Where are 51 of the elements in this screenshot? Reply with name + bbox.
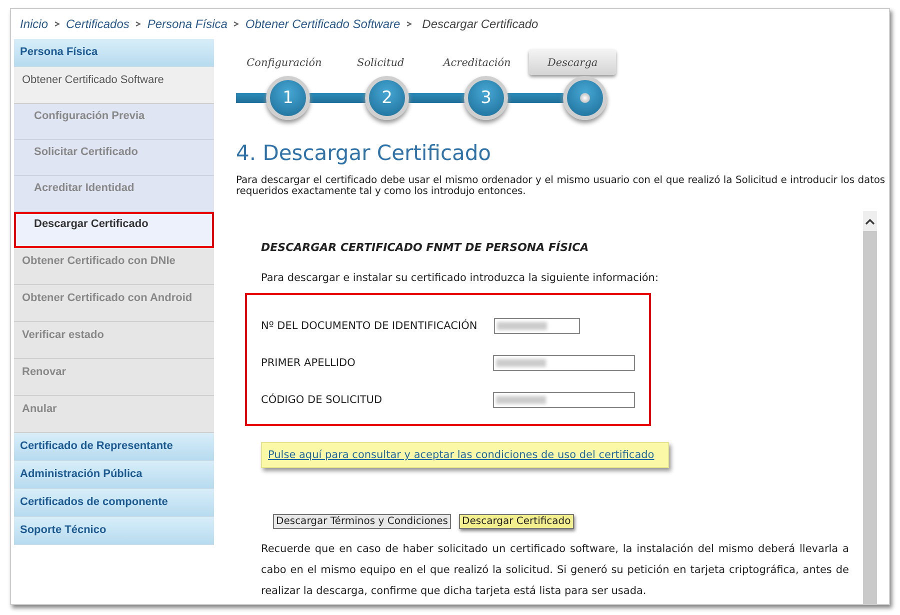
sidebar-item[interactable]: Verificar estado	[14, 322, 214, 359]
sidebar-item[interactable]: Renovar	[14, 359, 214, 396]
step-label: Acreditación	[442, 57, 512, 71]
sidebar-item[interactable]: Administración Pública	[14, 461, 214, 489]
page-title: 4. Descargar Certificado	[236, 141, 492, 165]
form-title: DESCARGAR CERTIFICADO FNMT DE PERSONA FÍSICA	[261, 241, 590, 254]
sidebar-item[interactable]: Soporte Técnico	[14, 517, 214, 545]
sidebar-item[interactable]: Anular	[14, 396, 214, 433]
sidebar-item[interactable]: Obtener Certificado con DNIe	[14, 248, 214, 285]
sidebar-item[interactable]: Obtener Certificado con Android	[14, 285, 214, 322]
scrollbar[interactable]	[863, 211, 877, 604]
breadcrumb-link[interactable]: Inicio	[20, 17, 48, 31]
breadcrumb-separator-icon	[233, 21, 240, 27]
redacted-value	[496, 358, 546, 366]
step-node: 3	[464, 76, 508, 120]
sidebar-item[interactable]: Descargar Certificado	[14, 212, 214, 248]
field-label: CÓDIGO DE SOLICITUD	[261, 394, 384, 406]
conditions-link[interactable]: Pulse aquí para consultar y aceptar las condiciones de uso del certificado	[268, 449, 654, 461]
breadcrumb-link[interactable]: Certificados	[66, 17, 130, 31]
breadcrumb-link[interactable]: Persona Física	[147, 17, 228, 31]
note-paragraph: Recuerde que en caso de haber solicitado un certificado software, la instalación del mismo deberá llevarla a cabo en el mismo equipo en el que realizó la solicitud. Si generó su petición en tarjeta criptográfica, antes de realizar la descarga, confirme que dicha tarjeta está lista para ser usada.	[261, 542, 849, 599]
sidebar-item[interactable]: Persona Física	[14, 39, 214, 67]
sidebar-item[interactable]: Certificados de componente	[14, 489, 214, 517]
input-field[interactable]	[493, 392, 635, 408]
input-field[interactable]	[493, 354, 635, 370]
sidebar-item[interactable]: Acreditar Identidad	[14, 176, 214, 212]
intro-paragraph: Para descargar el certificado debe usar el mismo ordenador y el mismo usuario con el que realizó la Solicitud e introducir los datos requeridos exactamente tal y como los introdujo entonces.	[236, 175, 886, 197]
breadcrumb-link[interactable]: Descargar Certificado	[422, 17, 538, 31]
sidebar-item[interactable]: Configuración Previa	[14, 104, 214, 140]
download-button[interactable]: Descargar Certificado	[459, 514, 574, 529]
breadcrumb-separator-icon	[135, 21, 142, 27]
breadcrumb-link[interactable]: Obtener Certificado Software	[245, 17, 400, 31]
scroll-up-icon[interactable]	[863, 211, 877, 231]
step-node: 1	[266, 76, 310, 120]
step-label: Descarga	[529, 49, 616, 75]
step-node: 2	[365, 76, 409, 120]
sidebar-item[interactable]: Obtener Certificado Software	[14, 67, 214, 104]
field-label: Nº DEL DOCUMENTO DE IDENTIFICACIÓN	[261, 320, 478, 332]
sidebar-item[interactable]: Certificado de Representante	[14, 433, 214, 461]
download-button[interactable]: Descargar Términos y Condiciones	[273, 514, 452, 529]
redacted-value	[497, 322, 547, 330]
step-label: Solicitud	[356, 57, 406, 71]
step-node	[563, 76, 607, 120]
sidebar-item[interactable]: Solicitar Certificado	[14, 140, 214, 176]
field-label: PRIMER APELLIDO	[261, 356, 356, 368]
redacted-value	[496, 396, 546, 404]
form-instructions: Para descargar e instalar su certificado introduzca la siguiente información:	[261, 272, 660, 284]
breadcrumb-separator-icon	[406, 21, 412, 27]
breadcrumb-separator-icon	[54, 21, 60, 27]
input-field[interactable]	[494, 318, 580, 334]
step-label: Configuración	[246, 57, 323, 71]
